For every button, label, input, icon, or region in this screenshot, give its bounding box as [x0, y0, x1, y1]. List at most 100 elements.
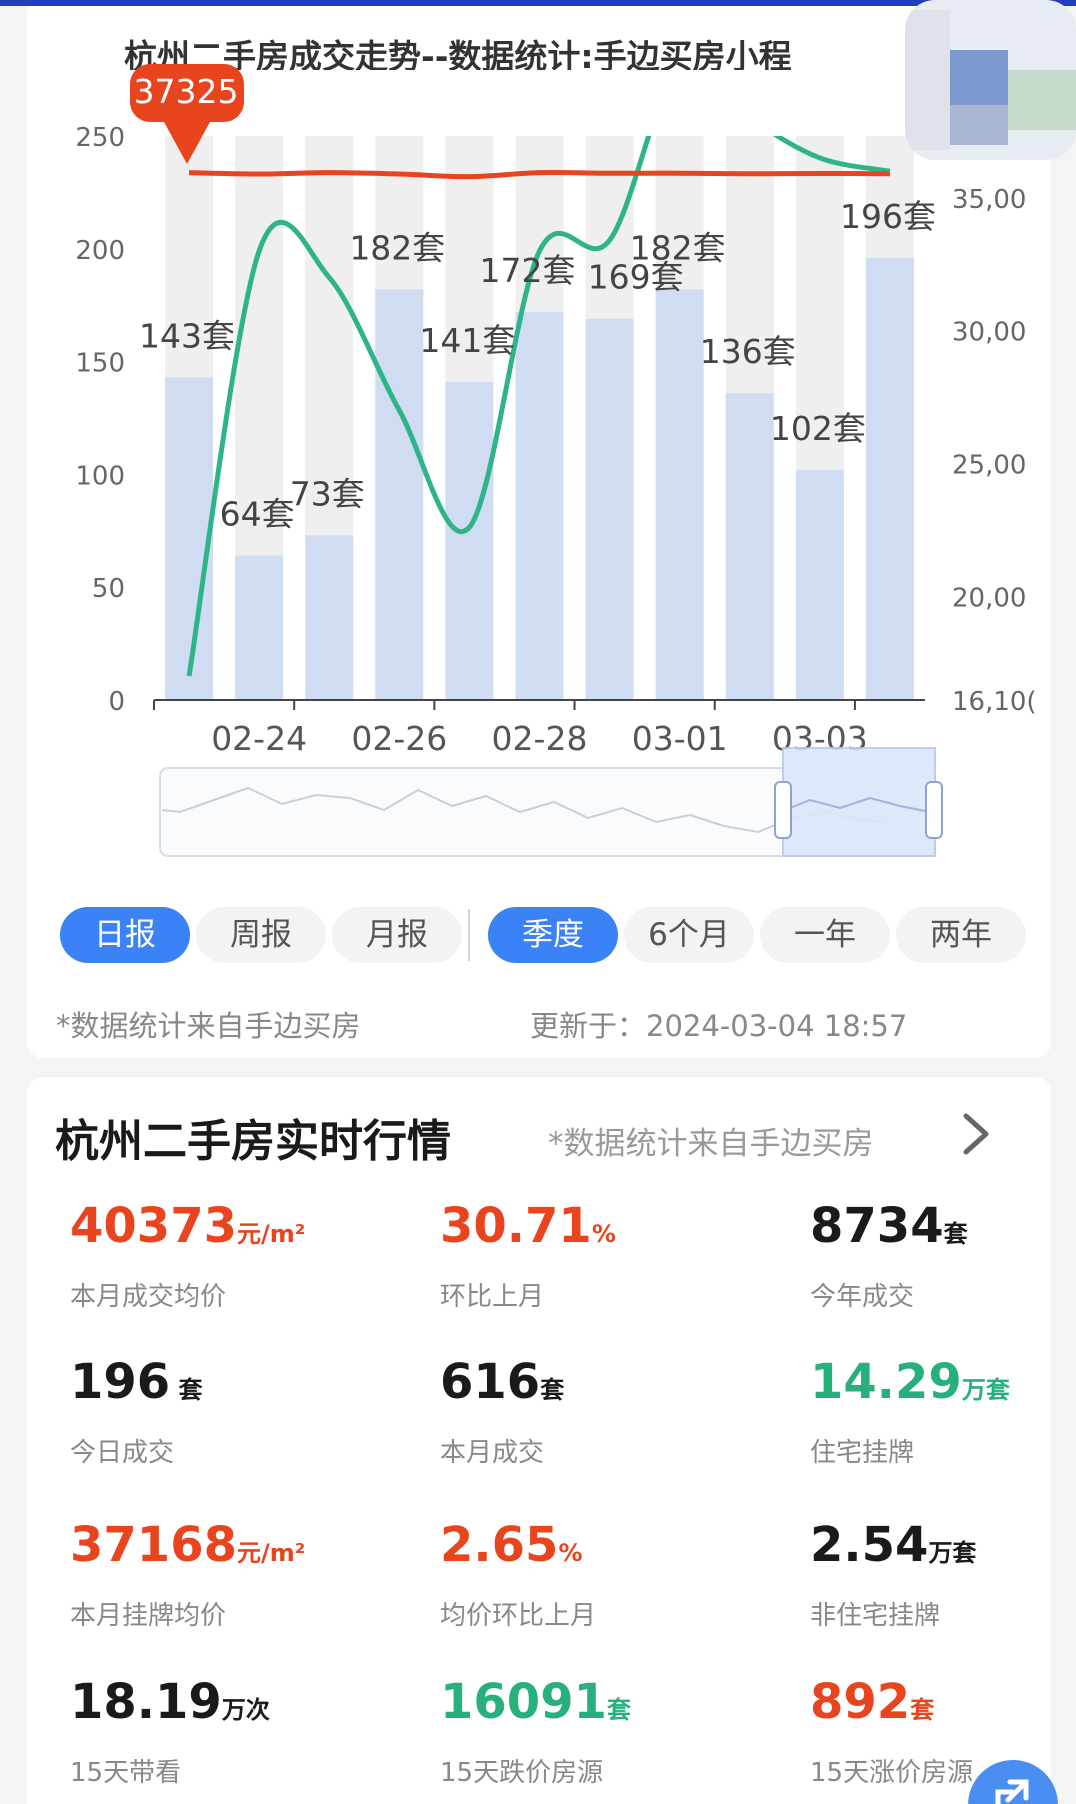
tab-6-months[interactable]: 6个月 [624, 907, 754, 963]
y-left-tick-label: 250 [75, 123, 125, 153]
stat-number: 30.71 [440, 1198, 592, 1254]
share-icon [995, 1779, 1029, 1804]
stat-price-drop-listings: 16091套 15天跌价房源 [440, 1672, 770, 1789]
tab-2-years[interactable]: 两年 [896, 907, 1026, 963]
y-right-tick-label: 16,10( [952, 687, 1037, 717]
stat-residential-listings: 14.29万套 住宅挂牌 [810, 1352, 1076, 1469]
tab-divider [468, 909, 470, 961]
stat-unit: 套 [540, 1376, 565, 1404]
bar-value-label: 182套 [349, 228, 445, 267]
stat-sales-avg-price: 40373元/m² 本月成交均价 [70, 1196, 400, 1313]
bar [585, 318, 634, 700]
bar [725, 393, 774, 700]
stat-label: 今年成交 [810, 1282, 915, 1312]
bar-value-label: 182套 [630, 228, 726, 267]
bar [165, 377, 214, 700]
stat-label: 15天跌价房源 [440, 1758, 604, 1788]
chart-title: 杭州二手房成交走势--数据统计:手边买房小程 [124, 37, 792, 70]
stat-number: 8734 [810, 1198, 944, 1254]
x-tick-label: 02-26 [351, 719, 447, 758]
stat-unit: 元/m² [237, 1539, 306, 1567]
stat-value: 16091套 [440, 1672, 770, 1740]
stat-unit: 套 [910, 1696, 935, 1724]
stat-label: 非住宅挂牌 [810, 1601, 941, 1631]
tab-daily[interactable]: 日报 [60, 907, 190, 963]
stat-number: 196 [70, 1354, 171, 1410]
stat-number: 2.65 [440, 1517, 559, 1573]
bar [375, 289, 424, 700]
bar-value-label: 73套 [290, 474, 365, 513]
stat-value: 616套 [440, 1352, 770, 1420]
stat-value: 30.71% [440, 1196, 770, 1264]
stat-number: 16091 [440, 1674, 607, 1730]
stat-unit: 套 [943, 1220, 968, 1248]
bar [445, 381, 494, 700]
bar-value-label: 64套 [220, 495, 295, 534]
pin-value: 37325 [133, 72, 239, 111]
y-right-tick-label: 20,00 [952, 583, 1026, 613]
stat-unit: 万套 [928, 1539, 977, 1567]
bar [795, 469, 844, 700]
stat-unit: 套 [170, 1376, 203, 1404]
tab-1-year[interactable]: 一年 [760, 907, 890, 963]
y-right-tick-label: 30,00 [952, 318, 1026, 348]
y-left-tick-label: 0 [108, 687, 125, 717]
stat-label: 本月挂牌均价 [70, 1601, 227, 1631]
bar-value-label: 196套 [840, 197, 936, 236]
stat-number: 2.54 [810, 1517, 929, 1573]
stat-unit: 套 [607, 1696, 631, 1724]
bar [515, 311, 564, 700]
stat-number: 14.29 [810, 1354, 962, 1410]
blurred-avatar [905, 0, 1076, 160]
zoom-handle-right [925, 781, 943, 839]
updated-time: 更新于：2024-03-04 18:57 [530, 1009, 908, 1043]
stat-value: 37168元/m² [70, 1515, 400, 1583]
bar-value-label: 143套 [139, 316, 235, 355]
stat-value: 8734套 [810, 1196, 1076, 1264]
y-right-tick-label: 25,00 [952, 451, 1026, 481]
bar-value-label: 102套 [770, 409, 866, 448]
stat-value: 196 套 [70, 1352, 400, 1420]
bar [305, 535, 354, 700]
zoom-handle-left [774, 781, 792, 839]
bar-value-label: 141套 [419, 321, 515, 360]
bar-value-label: 136套 [700, 332, 796, 371]
data-source-note: *数据统计来自手边买房 [56, 1009, 361, 1043]
stat-number: 892 [810, 1674, 911, 1730]
stat-listing-avg-price: 37168元/m² 本月挂牌均价 [70, 1515, 400, 1632]
x-tick-label: 02-28 [492, 719, 588, 758]
bar [865, 257, 914, 700]
stat-value: 2.54万套 [810, 1515, 1076, 1583]
share-button[interactable] [968, 1760, 1058, 1804]
stat-value: 2.65% [440, 1515, 770, 1583]
bar [235, 555, 284, 700]
stat-number: 40373 [70, 1198, 237, 1254]
stat-number: 616 [440, 1354, 541, 1410]
stat-value: 18.19万次 [70, 1672, 400, 1740]
stat-unit: % [558, 1539, 583, 1567]
stat-unit: % [591, 1220, 616, 1248]
stat-number: 18.19 [70, 1674, 222, 1730]
stat-label: 本月成交 [440, 1438, 545, 1468]
stat-unit: 万套 [961, 1376, 1010, 1404]
market-source-note: *数据统计来自手边买房 [548, 1126, 874, 1162]
x-tick-label: 02-24 [211, 719, 307, 758]
stat-unit: 万次 [221, 1696, 270, 1724]
stat-mom-change: 30.71% 环比上月 [440, 1196, 770, 1313]
tab-quarter[interactable]: 季度 [488, 907, 618, 963]
stat-month-deals: 616套本月成交 [440, 1352, 770, 1469]
stat-label: 15天带看 [70, 1758, 182, 1788]
y-left-tick-label: 150 [75, 349, 125, 379]
tab-weekly[interactable]: 周报 [196, 907, 326, 963]
tab-monthly[interactable]: 月报 [332, 907, 462, 963]
stat-ytd-deals: 8734套今年成交 [810, 1196, 1076, 1313]
y-left-tick-label: 50 [92, 574, 125, 604]
y-right-tick-label: 35,00 [952, 185, 1026, 215]
stat-price-mom-change: 2.65% 均价环比上月 [440, 1515, 770, 1632]
y-left-tick-label: 200 [75, 236, 125, 266]
market-title: 杭州二手房实时行情 [55, 1116, 451, 1167]
y-left-tick-label: 100 [75, 461, 125, 491]
stat-unit: 元/m² [237, 1220, 306, 1248]
chevron-right-icon[interactable] [958, 1110, 994, 1158]
stat-today-deals: 196 套今日成交 [70, 1352, 400, 1469]
